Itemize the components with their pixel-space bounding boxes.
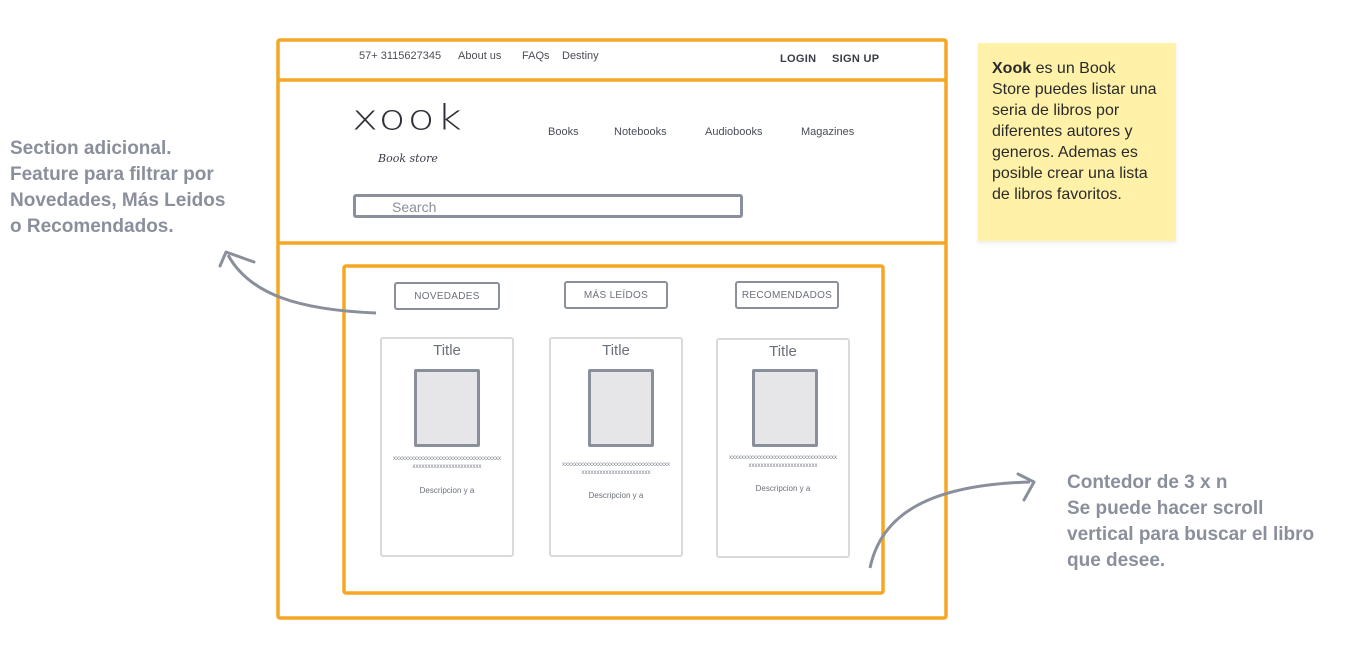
sticky-note-text: Xook es un Book Store puedes listar una … — [992, 58, 1157, 205]
book-card-description: Descripcion y a — [419, 486, 475, 495]
login-button[interactable]: LOGIN — [780, 53, 816, 65]
signup-button[interactable]: SIGN UP — [832, 53, 879, 65]
left-arrow-head — [218, 250, 256, 268]
book-cover-image — [414, 369, 480, 447]
sticky-note-body: es un Book Store puedes listar una seria… — [992, 60, 1157, 203]
filter-novedades-button[interactable]: NOVEDADES — [394, 282, 500, 310]
right-annotation-line: que desee. — [1067, 550, 1166, 571]
right-annotation-line: vertical para buscar el libro — [1067, 524, 1315, 545]
nav-item-books[interactable]: Books — [548, 126, 579, 138]
book-card-filler-text: xxxxxxxxxxxxxxxxxxxxxxxxxxxxxxxxxxxxxxxx… — [729, 455, 837, 469]
book-card-title: Title — [433, 342, 461, 359]
nav-item-notebooks[interactable]: Notebooks — [614, 126, 667, 138]
left-annotation-line: Feature para filtrar por — [10, 164, 214, 185]
book-card-title: Title — [602, 342, 630, 359]
right-arrow-head — [1016, 472, 1036, 502]
destiny-link[interactable]: Destiny — [562, 50, 599, 62]
left-annotation-line: o Recomendados. — [10, 216, 174, 237]
left-annotation: Section adicional. Feature para filtrar … — [10, 136, 225, 240]
phone-number: 57+ 3115627345 — [359, 50, 442, 62]
book-cover-image — [752, 369, 818, 447]
search-placeholder: Search — [392, 199, 437, 215]
faqs-link[interactable]: FAQs — [522, 50, 550, 62]
nav-item-magazines[interactable]: Magazines — [801, 126, 854, 138]
brand-logo[interactable]: xook — [352, 100, 464, 137]
book-cover-image — [588, 369, 654, 447]
right-annotation: Contedor de 3 x n Se puede hacer scroll … — [1067, 470, 1314, 574]
left-annotation-line: Novedades, Más Leidos — [10, 190, 226, 211]
nav-item-audiobooks[interactable]: Audiobooks — [705, 126, 763, 138]
book-card-filler-text: xxxxxxxxxxxxxxxxxxxxxxxxxxxxxxxxxxxxxxxx… — [393, 456, 501, 470]
filter-recomendados-button[interactable]: RECOMENDADOS — [735, 281, 839, 309]
right-annotation-line: Contedor de 3 x n — [1067, 472, 1228, 493]
right-annotation-line: Se puede hacer scroll — [1067, 498, 1264, 519]
left-annotation-line: Section adicional. — [10, 138, 172, 159]
sticky-note-brand: Xook — [992, 60, 1032, 77]
book-card-description: Descripcion y a — [588, 491, 644, 500]
filter-mas-leidos-button[interactable]: MÁS LEÍDOS — [564, 281, 668, 309]
right-annotation-arrow — [868, 480, 1031, 569]
left-annotation-arrow — [226, 254, 377, 315]
book-card-description: Descripcion y a — [755, 484, 811, 493]
brand-tagline: Book store — [378, 152, 438, 165]
book-card-title: Title — [769, 343, 797, 360]
book-card-filler-text: xxxxxxxxxxxxxxxxxxxxxxxxxxxxxxxxxxxxxxxx… — [562, 462, 670, 476]
about-link[interactable]: About us — [458, 50, 501, 62]
